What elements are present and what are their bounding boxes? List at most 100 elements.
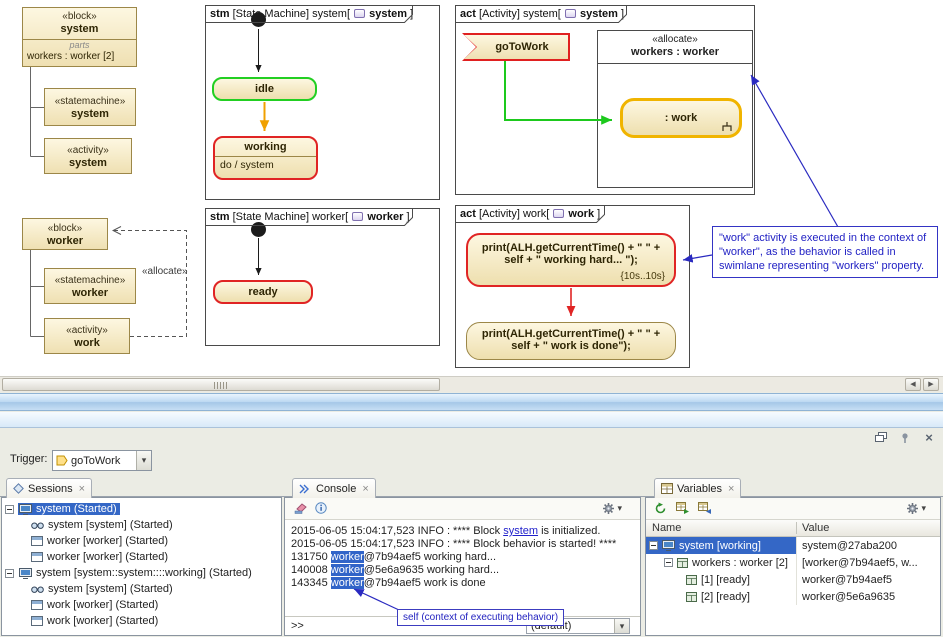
tab-sessions[interactable]: Sessions × <box>6 478 92 498</box>
comment-note[interactable]: "work" activity is executed in the conte… <box>712 226 938 278</box>
collapse-toggle[interactable] <box>664 558 673 567</box>
console-log[interactable]: 2015-06-05 15:04:17,523 INFO : **** Bloc… <box>285 520 640 595</box>
column-header-name[interactable]: Name <box>646 522 796 534</box>
part-value[interactable]: workers : worker [2] <box>23 51 136 63</box>
combo-dropdown-button[interactable]: ▾ <box>614 619 629 633</box>
tree-node[interactable]: work [worker] (Started) <box>30 615 161 627</box>
docked-toolbar[interactable] <box>0 412 943 428</box>
monitor-icon <box>662 540 675 551</box>
variable-value[interactable]: system@27aba200 <box>796 537 940 554</box>
tree-node[interactable]: system [system::system::::working] (Star… <box>18 567 255 579</box>
frame-stm-worker[interactable] <box>205 208 440 346</box>
variable-value[interactable]: [worker@7b94aef5, w... <box>796 554 940 571</box>
frame-header-stm-system[interactable]: stm [State Machine] system[ system ] <box>210 8 413 20</box>
accept-event-gotowork[interactable]: goToWork <box>462 33 570 61</box>
float-window-button[interactable] <box>873 430 889 445</box>
pin-button[interactable] <box>897 430 913 445</box>
tree-node[interactable]: system [system] (Started) <box>30 583 176 595</box>
collapse-toggle[interactable] <box>5 569 14 578</box>
frame-header-act-work[interactable]: act [Activity] work[ work ] <box>460 208 600 220</box>
rake-icon <box>721 121 733 131</box>
variable-name: system [working] <box>679 540 761 552</box>
session-row[interactable]: system [system::system::::working] (Star… <box>2 565 281 581</box>
session-row[interactable]: worker [worker] (Started) <box>30 549 281 565</box>
session-row[interactable]: system (Started) <box>2 501 281 517</box>
variable-row[interactable]: [2] [ready] worker@5e6a9635 <box>646 588 940 605</box>
highlighted-self-token[interactable]: worker <box>331 564 364 576</box>
console-options-button[interactable]: ▾ <box>602 502 622 515</box>
initial-node[interactable] <box>251 12 266 27</box>
close-icon[interactable]: × <box>728 483 734 495</box>
tab-console[interactable]: Console × <box>292 478 376 498</box>
variable-name-cell[interactable]: workers : worker [2] <box>646 554 796 571</box>
close-icon[interactable]: × <box>79 483 85 495</box>
block-worker[interactable]: «block» worker <box>22 218 108 250</box>
activity-system-box[interactable]: «activity» system <box>44 138 132 174</box>
print-action-work-done[interactable]: print(ALH.getCurrentTime() + " " + self … <box>466 322 676 360</box>
horizontal-scrollbar[interactable]: ◀ ▶ <box>0 376 943 392</box>
tree-node[interactable]: worker [worker] (Started) <box>30 551 171 563</box>
variable-row[interactable]: workers : worker [2] [worker@7b94aef5, w… <box>646 554 940 571</box>
activity-work-box[interactable]: «activity» work <box>44 318 130 354</box>
state-working[interactable]: working do / system <box>213 136 318 180</box>
clear-console-button[interactable] <box>293 502 307 517</box>
initial-node[interactable] <box>251 222 266 237</box>
element-link[interactable]: system <box>503 525 538 537</box>
copy-button[interactable] <box>698 502 711 517</box>
close-icon[interactable]: × <box>362 483 368 495</box>
block-system[interactable]: «block» system parts workers : worker [2… <box>22 7 137 67</box>
note-text: "work" activity is executed in the conte… <box>719 232 926 272</box>
state-ready[interactable]: ready <box>213 280 313 304</box>
tree-node[interactable]: system (Started) <box>18 503 120 515</box>
session-row[interactable]: worker [worker] (Started) <box>30 533 281 549</box>
scroll-left-icon[interactable]: ◀ <box>905 378 921 391</box>
statemachine-worker-box[interactable]: «statemachine» worker <box>44 268 136 304</box>
variable-row[interactable]: [1] [ready] worker@7b94aef5 <box>646 571 940 588</box>
highlighted-self-token[interactable]: worker <box>331 577 364 589</box>
scroll-right-icon[interactable]: ▶ <box>923 378 939 391</box>
frame-header-act-system[interactable]: act [Activity] system[ system ] <box>460 8 624 20</box>
close-icon: × <box>925 431 933 444</box>
refresh-button[interactable] <box>654 502 667 518</box>
variable-value[interactable]: worker@7b94aef5 <box>796 571 940 588</box>
variables-table-header[interactable]: Name Value <box>646 520 940 537</box>
close-window-button[interactable]: × <box>921 430 937 445</box>
sessions-tabstrip: Sessions × <box>0 476 282 497</box>
session-row[interactable]: work [worker] (Started) <box>30 597 281 613</box>
swimlane-header[interactable]: «allocate» workers : worker <box>598 31 752 64</box>
column-header-value[interactable]: Value <box>796 522 940 534</box>
stereotype-label: «block» <box>23 220 107 235</box>
tree-node[interactable]: work [worker] (Started) <box>30 599 161 611</box>
session-row[interactable]: system [system] (Started) <box>30 517 281 533</box>
variable-value[interactable]: worker@5e6a9635 <box>796 588 940 605</box>
statemachine-system-box[interactable]: «statemachine» system <box>44 88 136 126</box>
highlighted-self-token[interactable]: worker <box>331 551 364 563</box>
log-line: 2015-06-05 15:04:17,523 INFO : **** Bloc… <box>291 538 634 551</box>
prompt-symbol: >> <box>291 620 304 632</box>
console-info-button[interactable] <box>315 502 327 517</box>
docked-titlebar[interactable] <box>0 393 943 411</box>
variables-panel[interactable]: ▾ Name Value system [working] system@27a… <box>645 497 941 636</box>
print-action-working-hard[interactable]: print(ALH.getCurrentTime() + " " + self … <box>466 233 676 287</box>
tab-variables[interactable]: Variables × <box>654 478 741 498</box>
frame-header-stm-worker[interactable]: stm [State Machine] worker[ worker ] <box>210 211 410 223</box>
diagram-canvas[interactable]: «block» system parts workers : worker [2… <box>0 0 943 376</box>
variables-options-button[interactable]: ▾ <box>906 502 926 515</box>
state-idle[interactable]: idle <box>212 77 317 101</box>
variable-name-cell[interactable]: [2] [ready] <box>646 588 796 605</box>
variable-name-cell[interactable]: system [working] <box>646 537 796 554</box>
session-row[interactable]: work [worker] (Started) <box>30 613 281 629</box>
call-behavior-work[interactable]: : work <box>620 98 742 138</box>
tree-node[interactable]: system [system] (Started) <box>30 519 176 531</box>
trigger-combo[interactable]: goToWork ▾ <box>52 450 152 471</box>
collapse-toggle[interactable] <box>649 541 658 550</box>
combo-dropdown-button[interactable]: ▾ <box>136 451 151 470</box>
variable-row[interactable]: system [working] system@27aba200 <box>646 537 940 554</box>
tree-node[interactable]: worker [worker] (Started) <box>30 535 171 547</box>
collapse-toggle[interactable] <box>5 505 14 514</box>
scrollbar-thumb[interactable] <box>2 378 440 391</box>
session-row[interactable]: system [system] (Started) <box>30 581 281 597</box>
variable-name-cell[interactable]: [1] [ready] <box>646 571 796 588</box>
export-button[interactable] <box>676 502 689 517</box>
sessions-tree[interactable]: system (Started) system [system] (Starte… <box>1 497 282 636</box>
